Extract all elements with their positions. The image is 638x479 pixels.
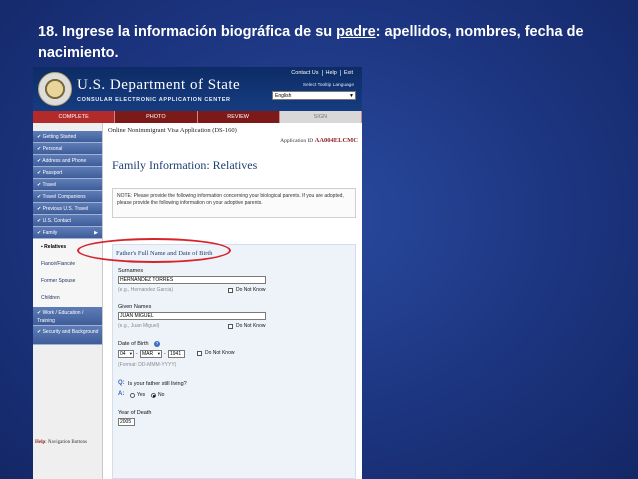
- application-screenshot: U.S. Department of State CONSULAR ELECTR…: [33, 67, 362, 479]
- language-value: English: [275, 93, 292, 99]
- dob-month-value: MAR: [142, 351, 154, 357]
- help-link[interactable]: Help: [321, 70, 340, 76]
- surnames-do-not-know-checkbox[interactable]: [228, 288, 233, 293]
- given-names-do-not-know-label: Do Not Know: [236, 323, 266, 329]
- sidebar-item-travel-companions[interactable]: ✔ Travel Companions: [33, 191, 102, 203]
- father-living-yes-radio[interactable]: [130, 393, 135, 398]
- no-label: No: [158, 392, 165, 398]
- surnames-field[interactable]: HERNANDEZ TORRES: [118, 276, 266, 284]
- help-icon[interactable]: ?: [154, 341, 160, 347]
- sidebar-item-work-education[interactable]: ✔ Work / Education / Training: [33, 307, 102, 326]
- note-box: NOTE: Please provide the following infor…: [112, 188, 356, 218]
- surnames-do-not-know-label: Do Not Know: [236, 287, 266, 293]
- state-seal-icon: [38, 72, 72, 106]
- given-names-label: Given Names: [118, 304, 152, 310]
- sidebar-subitem-former-spouse[interactable]: Former Spouse: [33, 273, 102, 290]
- contact-us-link[interactable]: Contact Us: [288, 70, 321, 76]
- dob-do-not-know-checkbox[interactable]: [197, 351, 202, 356]
- step-complete: COMPLETE: [33, 111, 116, 123]
- yes-label: Yes: [137, 392, 146, 398]
- application-title: Online Nonimmigrant Visa Application (DS…: [108, 127, 237, 134]
- top-links: Contact Us Help Exit: [288, 70, 356, 76]
- help-text: : Navigation Buttons: [45, 440, 87, 445]
- sidebar-item-address-phone[interactable]: ✔ Address and Phone: [33, 155, 102, 167]
- sidebar-item-security[interactable]: ✔ Security and Background: [33, 326, 102, 345]
- sidebar-item-personal[interactable]: ✔ Personal: [33, 143, 102, 155]
- step-sign: SIGN: [279, 111, 362, 123]
- sidebar-subitem-fiance[interactable]: Fiancé/Fiancée: [33, 256, 102, 273]
- sidebar-item-family-label: ✔ Family: [37, 230, 58, 236]
- application-id-label: Application ID: [280, 138, 314, 144]
- language-select[interactable]: English ▼: [272, 91, 356, 100]
- given-names-field[interactable]: JUAN MIGUEL: [118, 312, 266, 320]
- exit-link[interactable]: Exit: [339, 70, 356, 76]
- father-living-question: Is your father still living?: [128, 381, 187, 387]
- progress-bar: COMPLETE PHOTO REVIEW SIGN: [33, 111, 362, 123]
- chevron-down-icon: ▾: [157, 351, 160, 356]
- site-header: U.S. Department of State CONSULAR ELECTR…: [33, 67, 362, 111]
- surnames-hint: (e.g., Hernandez Garcia): [118, 287, 174, 293]
- sidebar-nav: ✔ Getting Started ✔ Personal ✔ Address a…: [33, 123, 103, 479]
- tooltip-language-label: Select Tooltip Language: [302, 83, 354, 88]
- chevron-down-icon: ▾: [129, 351, 132, 356]
- sidebar-item-us-contact[interactable]: ✔ U.S. Contact: [33, 215, 102, 227]
- help-label: Help: [35, 440, 46, 445]
- chevron-right-icon: ▶: [94, 230, 98, 236]
- given-names-hint: (e.g., Juan Miguel): [118, 323, 160, 329]
- slide-title-part1: 18. Ingrese la información biográfica de…: [38, 24, 337, 40]
- sidebar-item-family[interactable]: ✔ Family ▶: [33, 227, 102, 239]
- application-id: Application ID AA004ELCMC: [280, 137, 358, 144]
- page-title: Family Information: Relatives: [112, 158, 258, 172]
- sidebar-item-passport[interactable]: ✔ Passport: [33, 167, 102, 179]
- main-content: Online Nonimmigrant Visa Application (DS…: [104, 123, 362, 479]
- brand-subtitle: CONSULAR ELECTRONIC APPLICATION CENTER: [77, 97, 231, 103]
- navigation-help: Help: Navigation Buttons: [35, 440, 87, 445]
- step-review: REVIEW: [198, 111, 280, 123]
- year-of-death-field[interactable]: 2005: [118, 418, 135, 426]
- dob-day-select[interactable]: 04 ▾: [118, 350, 134, 358]
- slide-title-underlined: padre: [336, 24, 376, 40]
- dob-month-select[interactable]: MAR ▾: [140, 350, 162, 358]
- step-photo: PHOTO: [115, 111, 198, 123]
- sidebar-subitem-children[interactable]: Children: [33, 290, 102, 307]
- dob-day-value: 04: [120, 351, 126, 357]
- chevron-down-icon: ▼: [349, 93, 354, 99]
- highlight-circle: [77, 238, 231, 263]
- dob-do-not-know-label: Do Not Know: [205, 350, 235, 356]
- slide-title: 18. Ingrese la información biográfica de…: [38, 22, 598, 64]
- father-living-no-radio[interactable]: [151, 393, 156, 398]
- dob-label: Date of Birth: [118, 341, 149, 347]
- sidebar-item-previous-travel[interactable]: ✔ Previous U.S. Travel: [33, 203, 102, 215]
- application-id-value: AA004ELCMC: [314, 137, 358, 144]
- answer-label: A:: [118, 391, 125, 397]
- sidebar-item-getting-started[interactable]: ✔ Getting Started: [33, 131, 102, 143]
- dob-format-hint: (Format: DD-MMM-YYYY): [118, 362, 177, 368]
- surnames-label: Surnames: [118, 268, 144, 274]
- given-names-do-not-know-checkbox[interactable]: [228, 324, 233, 329]
- year-of-death-label: Year of Death: [118, 410, 152, 416]
- brand-title: U.S. Department of State: [77, 77, 241, 93]
- sidebar-item-travel[interactable]: ✔ Travel: [33, 179, 102, 191]
- dob-year-field[interactable]: 1941: [168, 350, 185, 358]
- sidebar-subitem-relatives-label: Relatives: [44, 244, 67, 250]
- question-label: Q:: [118, 380, 125, 386]
